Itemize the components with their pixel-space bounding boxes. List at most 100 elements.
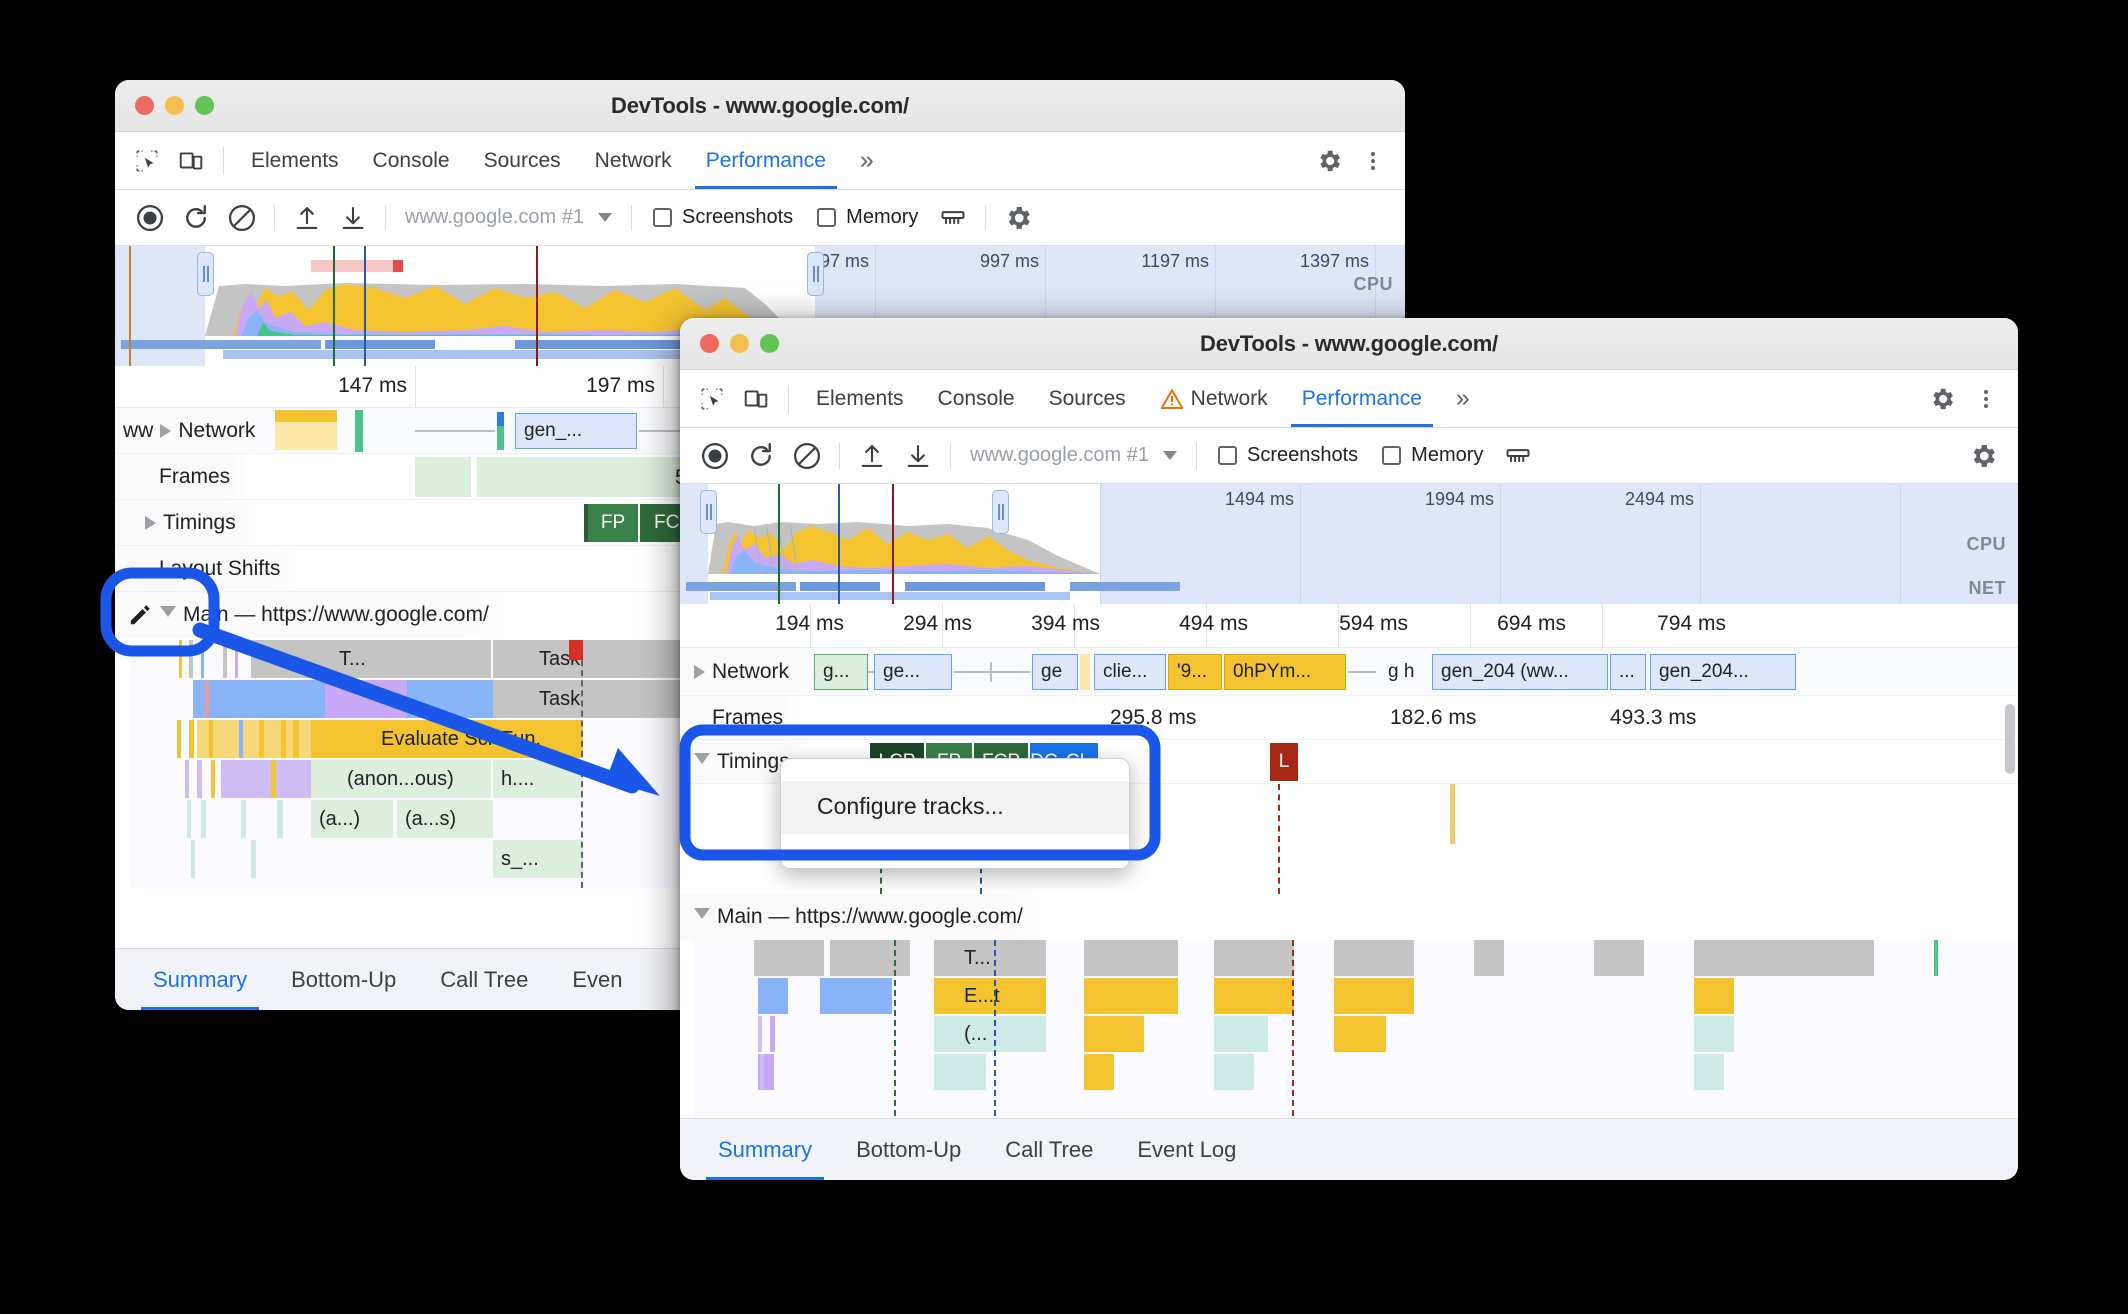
record-icon[interactable] (127, 195, 173, 241)
track-row-frames[interactable]: Frames 295.8 ms 182.6 ms 493.3 ms (680, 696, 2018, 740)
reload-record-icon[interactable] (173, 195, 219, 241)
overview-left-handle[interactable] (197, 252, 214, 296)
drawer-tab-summary[interactable]: Summary (131, 949, 269, 1010)
front-tracks-pane[interactable]: Network g... ge... ge clie... '9... 0hPY (680, 648, 2018, 1156)
drawer-tab-call-tree[interactable]: Call Tree (983, 1119, 1115, 1180)
network-request-pill[interactable]: g... (814, 654, 868, 690)
screenshots-checkbox[interactable]: Screenshots (641, 206, 805, 229)
front-window-controls[interactable] (680, 334, 779, 353)
more-options-icon[interactable] (1964, 377, 2008, 421)
capture-settings-gear-icon[interactable] (1960, 433, 2006, 479)
checkbox-box[interactable] (1382, 446, 1402, 465)
expand-arrow-icon[interactable] (145, 515, 156, 530)
capture-settings-gear-icon[interactable] (995, 195, 1041, 241)
track-row-network[interactable]: Network g... ge... ge clie... '9... 0hPY (680, 648, 2018, 696)
tab-sources[interactable]: Sources (1032, 370, 1143, 427)
timing-badge-l[interactable]: L (1270, 743, 1298, 781)
network-request-pill[interactable]: g h (1380, 654, 1430, 690)
drawer-tab-event-log[interactable]: Event Log (1115, 1119, 1258, 1180)
network-request-pill[interactable]: 0hPYm... (1224, 654, 1346, 690)
memory-checkbox[interactable]: Memory (805, 206, 930, 229)
network-request-pill[interactable]: gen_204... (1650, 654, 1796, 690)
pencil-edit-icon[interactable] (127, 602, 153, 628)
collapse-arrow-icon[interactable] (694, 752, 710, 771)
tab-console[interactable]: Console (921, 370, 1032, 427)
clear-icon[interactable] (219, 195, 265, 241)
drawer-tab-event-log[interactable]: Even (550, 949, 644, 1010)
upload-profile-icon[interactable] (849, 433, 895, 479)
tracks-scrollbar[interactable] (2005, 704, 2015, 774)
track-name-frames[interactable]: Frames (115, 454, 249, 499)
network-request-pill[interactable]: '9... (1168, 654, 1222, 690)
profile-selector[interactable]: www.google.com #1 (395, 206, 622, 229)
checkbox-box[interactable] (1217, 446, 1237, 465)
download-profile-icon[interactable] (330, 195, 376, 241)
upload-profile-icon[interactable] (284, 195, 330, 241)
track-name-timings[interactable]: Timings (115, 500, 254, 545)
track-name-network[interactable]: Network (680, 648, 808, 695)
maximize-window-button[interactable] (760, 334, 779, 353)
devtools-window-front[interactable]: DevTools - www.google.com/ Elements Cons… (680, 318, 2018, 1180)
menu-item-configure-tracks[interactable]: Configure tracks... (781, 781, 1129, 834)
inspect-element-icon[interactable] (125, 139, 169, 183)
reload-record-icon[interactable] (738, 433, 784, 479)
drawer-tab-bottom-up[interactable]: Bottom-Up (269, 949, 418, 1010)
network-request-pill[interactable]: ge... (874, 654, 952, 690)
track-row-main[interactable]: Main — https://www.google.com/ (680, 894, 2018, 940)
track-name-main[interactable]: Main — https://www.google.com/ (115, 592, 507, 638)
drawer-tab-call-tree[interactable]: Call Tree (418, 949, 550, 1010)
settings-gear-icon[interactable] (1920, 377, 1964, 421)
expand-arrow-icon[interactable] (160, 423, 172, 438)
checkbox-box[interactable] (817, 208, 837, 227)
overview-right-handle[interactable] (807, 252, 824, 296)
collapse-arrow-icon[interactable] (160, 606, 176, 624)
collapse-arrow-icon[interactable] (694, 908, 710, 926)
drawer-tab-summary[interactable]: Summary (696, 1119, 834, 1180)
checkbox-box[interactable] (652, 208, 672, 227)
network-request-pill[interactable]: ... (1610, 654, 1646, 690)
track-name-network[interactable]: ww Network (115, 408, 274, 453)
tab-performance[interactable]: Performance (1285, 370, 1439, 427)
minimize-window-button[interactable] (165, 96, 184, 115)
track-name-main[interactable]: Main — https://www.google.com/ (680, 894, 1041, 940)
tab-more-panels[interactable]: » (1439, 370, 1487, 427)
record-icon[interactable] (692, 433, 738, 479)
tab-performance[interactable]: Performance (689, 132, 843, 189)
memory-checkbox[interactable]: Memory (1370, 444, 1495, 467)
back-tabbar[interactable]: Elements Console Sources Network Perform… (115, 132, 1405, 190)
expand-arrow-icon[interactable] (694, 664, 705, 679)
front-drawer-tabs[interactable]: Summary Bottom-Up Call Tree Event Log (680, 1118, 2018, 1180)
timing-badge-fp[interactable]: FP (584, 504, 638, 542)
front-tabbar[interactable]: Elements Console Sources Network Perform… (680, 370, 2018, 428)
front-titlebar[interactable]: DevTools - www.google.com/ (680, 318, 2018, 370)
network-request-pill[interactable]: gen_204 (ww... (1432, 654, 1608, 690)
profile-selector[interactable]: www.google.com #1 (960, 444, 1187, 467)
inspect-element-icon[interactable] (690, 377, 734, 421)
download-profile-icon[interactable] (895, 433, 941, 479)
tab-elements[interactable]: Elements (234, 132, 356, 189)
track-name-layout-shifts[interactable]: Layout Shifts (115, 546, 299, 591)
overview-left-handle[interactable] (700, 490, 717, 534)
device-toolbar-icon[interactable] (734, 377, 778, 421)
overview-right-handle[interactable] (992, 490, 1009, 534)
configure-tracks-context-menu[interactable]: Configure tracks... (780, 758, 1130, 869)
front-overview-pane[interactable]: 494 ms 94 ms 1494 ms 1994 ms 2494 ms (680, 484, 2018, 604)
network-request-pill[interactable]: ge (1032, 654, 1078, 690)
settings-gear-icon[interactable] (1307, 139, 1351, 183)
drawer-tab-bottom-up[interactable]: Bottom-Up (834, 1119, 983, 1180)
back-performance-toolbar[interactable]: www.google.com #1 Screenshots Memory (115, 190, 1405, 246)
network-request-pill[interactable]: gen_... (515, 413, 637, 449)
tab-console[interactable]: Console (356, 132, 467, 189)
clear-icon[interactable] (784, 433, 830, 479)
more-options-icon[interactable] (1351, 139, 1395, 183)
maximize-window-button[interactable] (195, 96, 214, 115)
back-window-controls[interactable] (115, 96, 214, 115)
chevron-down-icon[interactable] (597, 213, 612, 222)
minimize-window-button[interactable] (730, 334, 749, 353)
network-request-pill[interactable]: clie... (1094, 654, 1166, 690)
tab-network[interactable]: Network (578, 132, 689, 189)
tab-more-panels[interactable]: » (843, 132, 891, 189)
chevron-down-icon[interactable] (1162, 451, 1177, 460)
track-name-frames[interactable]: Frames (680, 696, 802, 739)
close-window-button[interactable] (700, 334, 719, 353)
